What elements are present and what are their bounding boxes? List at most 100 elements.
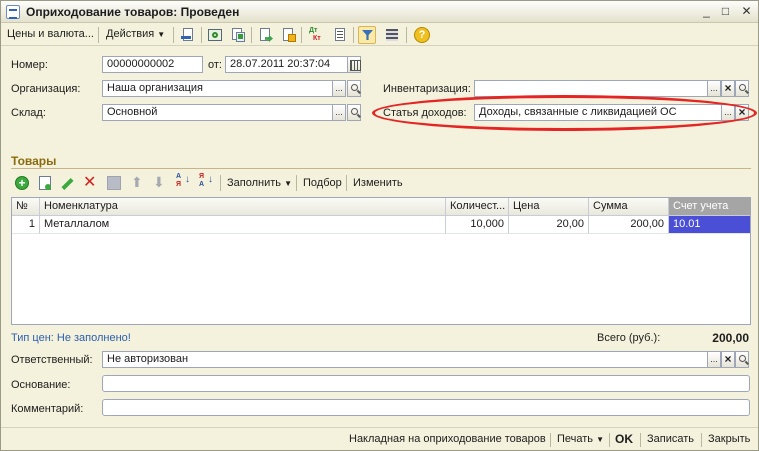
toolbar-separator — [346, 175, 347, 191]
funnel-glyph — [362, 30, 373, 40]
move-down-icon[interactable]: ⬇ — [153, 174, 165, 191]
cell-quantity[interactable]: 10,000 — [446, 216, 509, 234]
warehouse-field[interactable]: Основной — [102, 104, 333, 121]
toolbar-separator — [301, 27, 302, 43]
hierarchy-based-on-icon[interactable] — [279, 26, 297, 44]
column-header-number[interactable]: № — [12, 198, 40, 216]
sort-ascending-icon[interactable]: А Я ↓ — [176, 173, 192, 191]
toolbar-separator — [406, 27, 407, 43]
help-icon[interactable]: ? — [413, 26, 431, 44]
price-type-link[interactable]: Тип цен: Не заполнено! — [11, 332, 131, 344]
comment-field[interactable] — [102, 399, 750, 416]
dt-glyph: Дт — [309, 27, 318, 34]
organization-field[interactable]: Наша организация — [102, 80, 333, 97]
column-header-sum[interactable]: Сумма — [589, 198, 669, 216]
comment-label: Комментарий: — [11, 403, 84, 415]
goods-table[interactable]: № Номенклатура Количест... Цена Сумма Сч… — [11, 197, 751, 325]
goods-section-title: Товары — [11, 154, 57, 168]
settings-list-icon[interactable] — [383, 26, 401, 44]
add-row-icon[interactable]: + — [15, 176, 29, 190]
save-button[interactable]: Записать — [647, 433, 694, 445]
edit-button[interactable]: Изменить — [353, 177, 403, 189]
arrow-down-glyph: ↓ — [208, 174, 213, 185]
cell-price[interactable]: 20,00 — [509, 216, 589, 234]
column-header-quantity[interactable]: Количест... — [446, 198, 509, 216]
column-header-price[interactable]: Цена — [509, 198, 589, 216]
responsible-select-button[interactable]: ... — [707, 351, 721, 368]
minimize-button[interactable]: _ — [698, 4, 715, 19]
organization-open-button[interactable] — [347, 80, 361, 97]
chevron-down-icon: ▼ — [284, 179, 292, 188]
ya-glyph: Я — [199, 173, 205, 180]
responsible-clear-button[interactable]: × — [721, 351, 735, 368]
filter-icon[interactable] — [358, 26, 376, 44]
actions-menu[interactable]: Действия ▼ — [106, 28, 165, 40]
close-window-button[interactable]: ✕ — [738, 4, 755, 19]
goods-section-divider — [11, 168, 751, 169]
close-button[interactable]: Закрыть — [708, 433, 750, 445]
fill-menu[interactable]: Заполнить ▼ — [227, 177, 292, 189]
footer-separator — [701, 433, 702, 447]
toolbar-separator — [296, 175, 297, 191]
number-label: Номер: — [11, 59, 48, 71]
post-document-icon[interactable] — [179, 26, 197, 44]
inventory-label: Инвентаризация: — [383, 83, 471, 95]
cell-nomenclature[interactable]: Металлалом — [40, 216, 446, 234]
move-up-icon[interactable]: ⬆ — [131, 174, 143, 191]
refresh-document-icon[interactable] — [206, 26, 224, 44]
footer-separator — [640, 433, 641, 447]
copy-document-icon[interactable] — [229, 26, 247, 44]
column-header-nomenclature[interactable]: Номенклатура — [40, 198, 446, 216]
toolbar-separator — [353, 27, 354, 43]
document-window: Оприходование товаров: Проведен _ □ ✕ Це… — [0, 0, 759, 451]
end-edit-icon[interactable] — [107, 176, 121, 190]
number-field[interactable]: 00000000002 — [102, 56, 203, 73]
inventory-clear-button[interactable]: × — [721, 80, 735, 97]
basis-field[interactable] — [102, 375, 750, 392]
edit-row-icon[interactable] — [61, 177, 74, 191]
organization-label: Организация: — [11, 83, 81, 95]
toolbar-separator — [98, 27, 99, 43]
delete-row-icon[interactable]: ✕ — [83, 175, 99, 191]
organization-select-button[interactable]: ... — [332, 80, 346, 97]
list-glyph — [386, 29, 398, 41]
cell-number[interactable]: 1 — [12, 216, 40, 234]
help-glyph: ? — [414, 27, 430, 43]
highlight-annotation-ellipse — [372, 95, 757, 131]
create-based-on-icon[interactable] — [256, 26, 274, 44]
date-field[interactable]: 28.07.2011 20:37:04 — [225, 56, 348, 73]
copy-row-icon[interactable] — [39, 176, 51, 190]
document-glyph — [335, 28, 345, 41]
plus-glyph — [45, 184, 51, 190]
calendar-icon[interactable] — [347, 56, 361, 73]
print-label: Печать — [557, 433, 594, 445]
cell-account[interactable]: 10.01 — [669, 216, 750, 234]
warehouse-select-button[interactable]: ... — [332, 104, 346, 121]
prices-currency-button[interactable]: Цены и валюта... — [7, 28, 94, 40]
responsible-field[interactable]: Не авторизован — [102, 351, 708, 368]
dt-kt-movements-icon[interactable]: Дт Кт — [307, 26, 325, 44]
ok-button[interactable]: OK — [615, 432, 633, 446]
total-label: Всего (руб.): — [597, 332, 661, 344]
inventory-select-button[interactable]: ... — [707, 80, 721, 97]
sort-descending-icon[interactable]: Я А ↓ — [199, 173, 215, 191]
select-button[interactable]: Подбор — [303, 177, 342, 189]
warehouse-open-button[interactable] — [347, 104, 361, 121]
chevron-down-icon: ▼ — [596, 435, 605, 444]
cell-sum[interactable]: 200,00 — [589, 216, 669, 234]
magnifier-icon — [739, 84, 746, 91]
actions-label: Действия — [106, 28, 155, 40]
report-structure-icon[interactable] — [331, 26, 349, 44]
invoice-print-button[interactable]: Накладная на оприходование товаров — [349, 433, 546, 445]
title-bar: Оприходование товаров: Проведен _ □ ✕ — [1, 1, 758, 23]
column-header-account[interactable]: Счет учета — [669, 198, 750, 216]
arrow-glyph — [181, 36, 191, 39]
print-menu[interactable]: Печать ▼ — [557, 433, 604, 445]
maximize-button[interactable]: □ — [717, 4, 734, 19]
kt-glyph: Кт — [313, 35, 321, 42]
inventory-open-button[interactable] — [735, 80, 749, 97]
responsible-open-button[interactable] — [735, 351, 749, 368]
window-title: Оприходование товаров: Проведен — [26, 5, 240, 19]
footer-separator — [550, 433, 551, 447]
footer-bar: Накладная на оприходование товаров Печат… — [1, 427, 758, 451]
